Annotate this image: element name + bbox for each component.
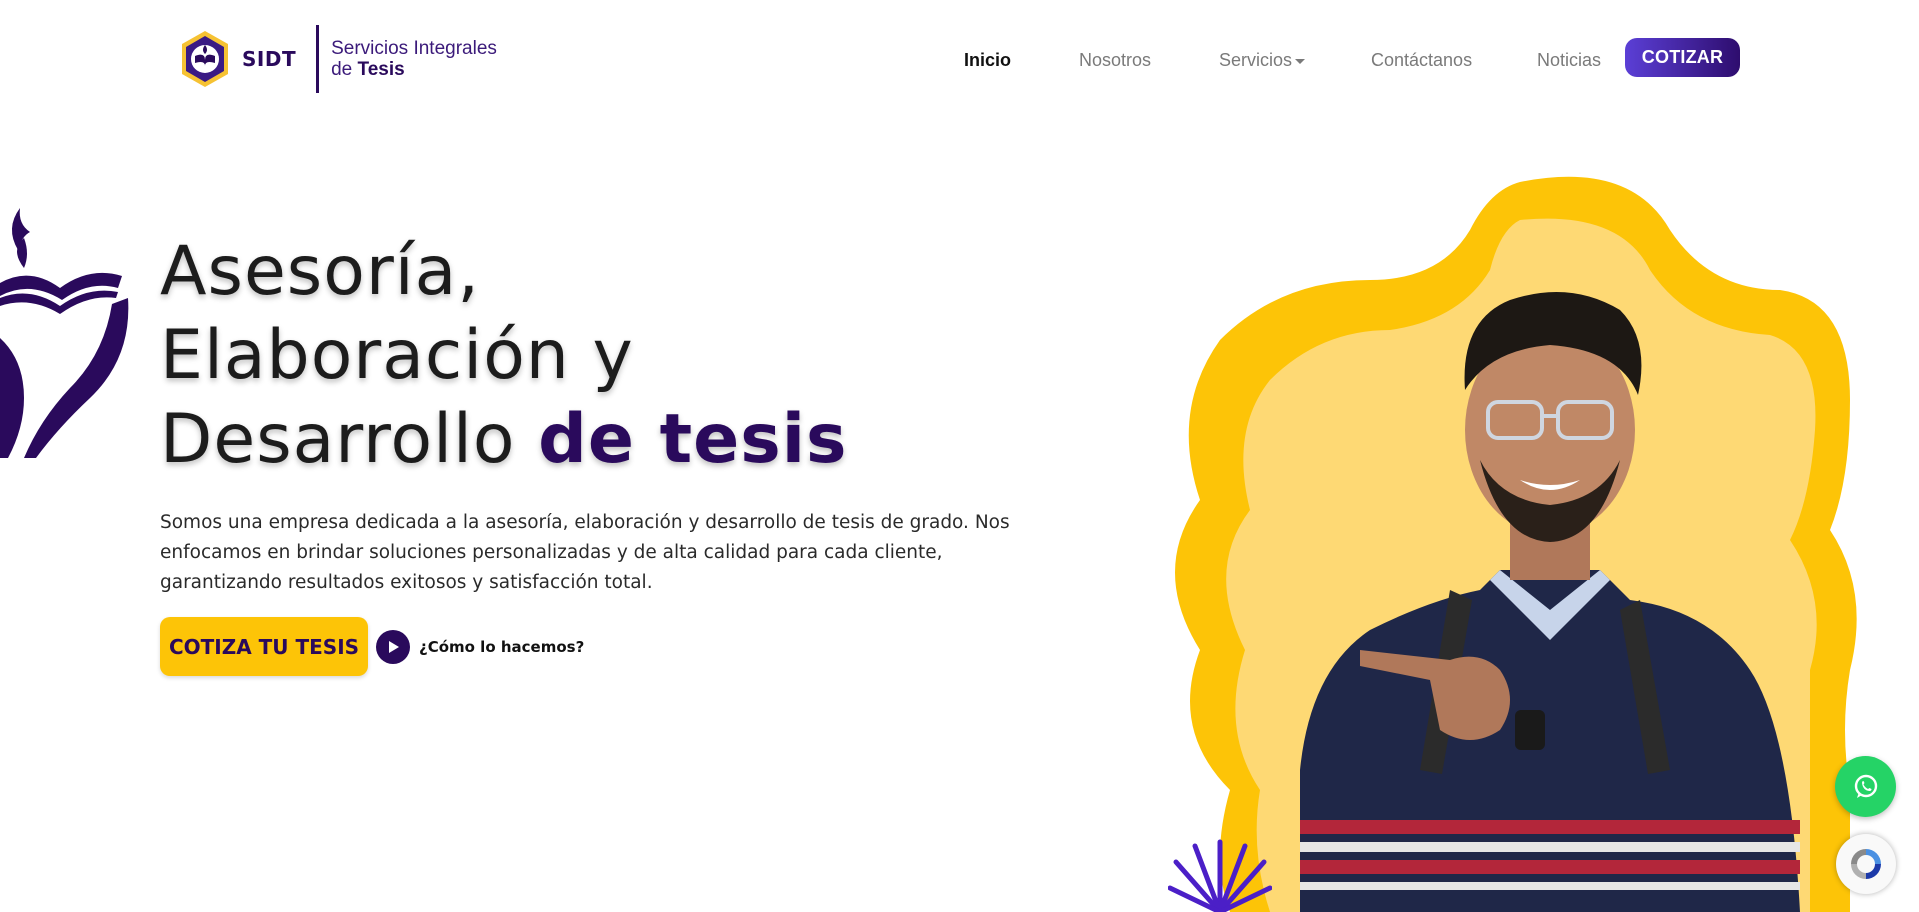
nav-item-nosotros[interactable]: Nosotros [1079,50,1151,71]
nav-item-servicios[interactable]: Servicios [1219,50,1306,71]
hero-title-accent: de tesis [538,400,848,479]
cotiza-tu-tesis-button[interactable]: COTIZA TU TESIS [160,617,368,676]
how-we-do-it-link[interactable]: ¿Cómo lo hacemos? [376,630,584,664]
hands-book-flame-decoration [0,208,129,458]
nav-item-servicios-label: Servicios [1219,50,1293,70]
student-hero-image [1175,176,1857,912]
starburst-decoration [1168,839,1272,912]
chevron-down-icon [1295,58,1306,64]
whatsapp-button[interactable] [1835,756,1896,817]
nav-item-contactanos[interactable]: Contáctanos [1371,50,1472,71]
hero-title-line1: Asesoría, [160,232,480,311]
hero-title: Asesoría, Elaboración y Desarrollo de te… [160,230,848,482]
cotizar-button[interactable]: COTIZAR [1625,38,1740,77]
hero-description: Somos una empresa dedicada a la asesoría… [160,512,1010,593]
nav-item-noticias[interactable]: Noticias [1537,50,1601,71]
hero-title-line3-plain: Desarrollo [160,400,539,479]
hero-title-line2: Elaboración y [160,316,634,395]
how-we-do-it-label: ¿Cómo lo hacemos? [419,638,585,656]
play-icon [376,630,410,664]
whatsapp-icon [1854,774,1877,798]
nav-item-inicio[interactable]: Inicio [964,50,1011,71]
site-header: SIDT Servicios Integrales de Tesis Inici… [0,0,1919,118]
recaptcha-icon [1851,849,1881,879]
recaptcha-badge[interactable] [1836,834,1896,894]
